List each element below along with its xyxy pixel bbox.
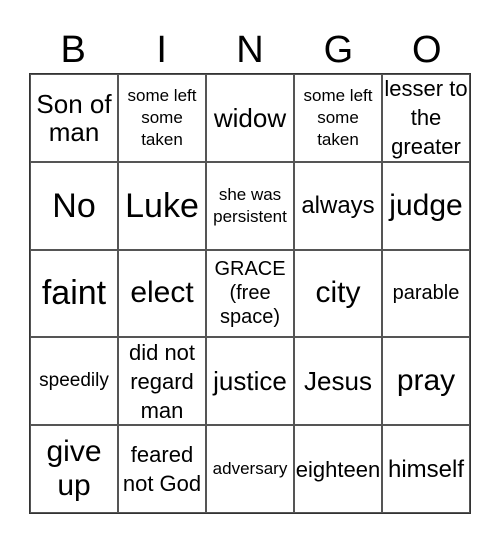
bingo-cell[interactable]: feared not God — [118, 425, 206, 513]
header-letter-g: G — [323, 29, 354, 71]
bingo-cell[interactable]: Jesus — [294, 337, 382, 426]
bingo-cell[interactable]: some left some taken — [294, 74, 382, 162]
bingo-cell[interactable]: elect — [118, 249, 206, 338]
bingo-cell[interactable]: give up — [30, 425, 118, 513]
bingo-cell[interactable]: city — [294, 249, 382, 338]
header-letter-b: B — [60, 29, 86, 71]
bingo-cell[interactable]: Luke — [118, 161, 206, 250]
header-letter-o: O — [412, 29, 442, 71]
bingo-cell[interactable]: parable — [382, 249, 470, 338]
free-space-cell[interactable]: GRACE (free space) — [206, 249, 294, 338]
bingo-cell[interactable]: justice — [206, 337, 294, 426]
bingo-cell[interactable]: pray — [382, 337, 470, 426]
bingo-cell[interactable]: always — [294, 161, 382, 250]
bingo-cell[interactable]: speedily — [30, 337, 118, 426]
bingo-cell[interactable]: himself — [382, 425, 470, 513]
bingo-cell[interactable]: some left some taken — [118, 74, 206, 162]
bingo-cell[interactable]: Son of man — [30, 74, 118, 162]
bingo-header: B I N G O — [29, 26, 471, 74]
bingo-cell[interactable]: she was persistent — [206, 161, 294, 250]
bingo-cell[interactable]: lesser to the greater — [382, 74, 470, 162]
bingo-grid: Son of man some left some taken widow so… — [29, 73, 471, 514]
bingo-cell[interactable]: did not regard man — [118, 337, 206, 426]
bingo-cell[interactable]: faint — [30, 249, 118, 338]
header-letter-i: I — [156, 29, 167, 71]
header-letter-n: N — [236, 29, 264, 71]
bingo-cell[interactable]: No — [30, 161, 118, 250]
bingo-cell[interactable]: eighteen — [294, 425, 382, 513]
bingo-cell[interactable]: adversary — [206, 425, 294, 513]
bingo-cell[interactable]: widow — [206, 74, 294, 162]
bingo-cell[interactable]: judge — [382, 161, 470, 250]
